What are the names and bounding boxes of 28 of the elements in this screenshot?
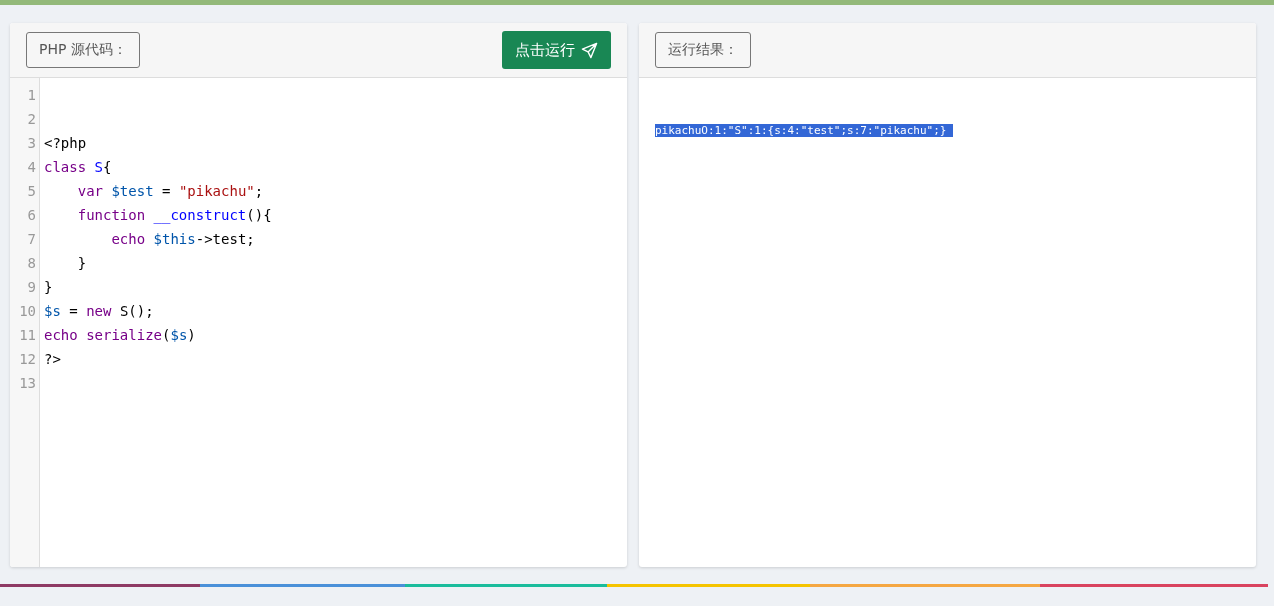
line-number: 9 (26, 278, 37, 297)
line-number: 3 (26, 134, 37, 153)
code-line: $s = new S(); (44, 303, 154, 319)
run-button[interactable]: 点击运行 (502, 31, 611, 69)
code-line: ?> (44, 351, 61, 367)
line-number: 11 (18, 326, 37, 345)
output-text: pikachuO:1:"S":1:{s:4:"test";s:7:"pikachu";} (655, 124, 953, 137)
code-line: var $test = "pikachu"; (76, 183, 264, 199)
code-line: echo $this->test; (110, 231, 255, 247)
code-line: <?php (44, 135, 87, 151)
line-number: 8 (26, 254, 37, 273)
line-number: 1 (26, 86, 37, 105)
code-label: PHP 源代码： (26, 32, 140, 68)
line-number: 5 (26, 182, 37, 201)
line-number: 4 (26, 158, 37, 177)
line-number: 6 (26, 206, 37, 225)
line-number: 13 (18, 374, 37, 393)
line-number: 10 (18, 302, 37, 321)
line-number: 12 (18, 350, 37, 369)
line-number: 7 (26, 230, 37, 249)
code-line: } (44, 279, 53, 295)
result-label: 运行结果： (655, 32, 751, 68)
code-line: } (76, 255, 87, 271)
code-line: class S{ (44, 159, 112, 175)
code-line: function __construct(){ (76, 207, 272, 223)
code-line: echo serialize($s) (44, 327, 196, 343)
line-number: 2 (26, 110, 37, 129)
send-icon (581, 41, 598, 59)
